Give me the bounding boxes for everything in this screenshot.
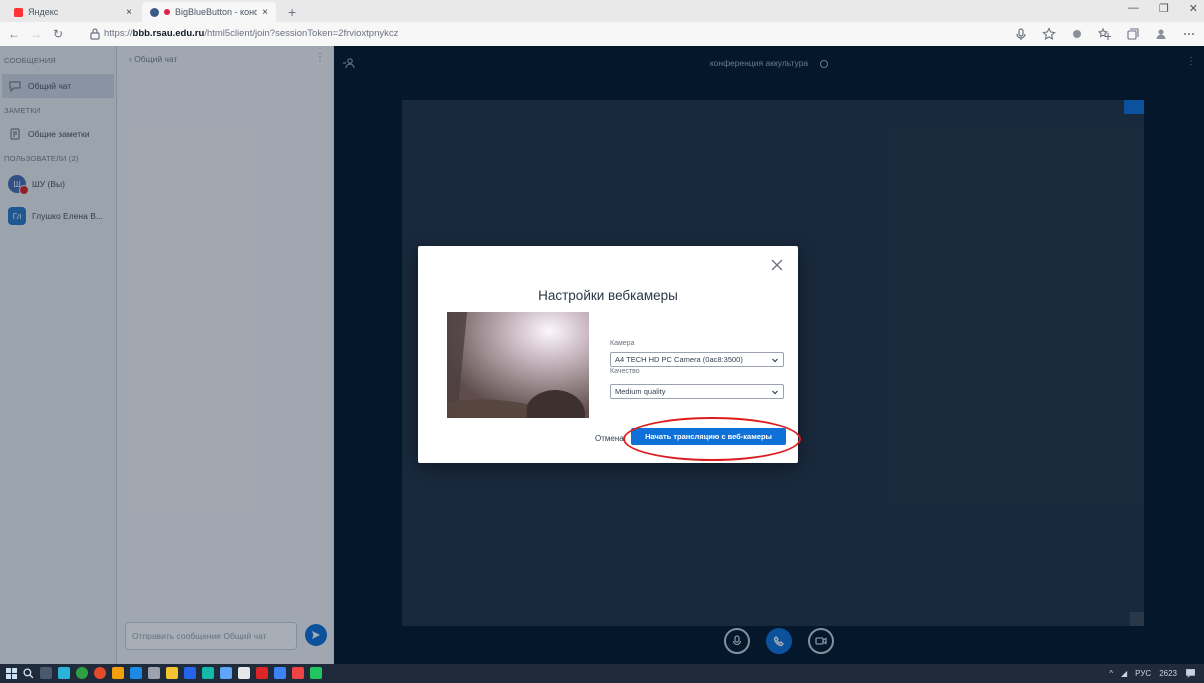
- browser-navbar: ← → ↻ https://bbb.rsau.edu.ru/html5clien…: [0, 22, 1204, 47]
- taskbar-app-icon[interactable]: [130, 667, 142, 679]
- minimize-icon[interactable]: —: [1128, 2, 1139, 15]
- windows-start-icon[interactable]: [6, 667, 17, 679]
- close-icon[interactable]: [770, 258, 784, 272]
- chevron-down-icon: [771, 388, 779, 396]
- url-host: bbb.rsau.edu.ru: [132, 28, 205, 39]
- task-view-icon[interactable]: [40, 667, 52, 679]
- taskbar-apps: [6, 667, 322, 679]
- browser-toolbar: [1014, 27, 1196, 41]
- language-indicator[interactable]: РУС: [1135, 669, 1151, 678]
- close-window-icon[interactable]: ✕: [1189, 2, 1198, 15]
- address-bar[interactable]: https://bbb.rsau.edu.ru/html5client/join…: [104, 28, 398, 39]
- modal-title: Настройки вебкамеры: [538, 288, 678, 303]
- taskbar-app-icon[interactable]: [238, 667, 250, 679]
- bbb-favicon-icon: [150, 7, 159, 17]
- webcam-settings-modal: Настройки вебкамеры Камера A4 TECH HD PC…: [418, 246, 801, 463]
- recording-dot-icon: [164, 9, 170, 15]
- new-tab-button[interactable]: +: [288, 4, 296, 20]
- maximize-icon[interactable]: ❐: [1159, 2, 1169, 15]
- extension-icon[interactable]: [1070, 27, 1084, 41]
- webcam-preview: [447, 312, 589, 418]
- tray-chevron-icon[interactable]: ^: [1109, 669, 1113, 678]
- quality-value: Medium quality: [615, 387, 666, 396]
- favorites-icon[interactable]: [1098, 27, 1112, 41]
- star-icon[interactable]: [1042, 27, 1056, 41]
- taskbar-app-icon[interactable]: [184, 667, 196, 679]
- taskbar-app-icon[interactable]: [310, 667, 322, 679]
- back-icon[interactable]: ←: [6, 26, 22, 42]
- window-controls: — ❐ ✕: [1128, 2, 1198, 15]
- red-highlight-ellipse: [623, 417, 801, 461]
- browser-tabstrip: Яндекс × BigBlueButton - конферен × + — …: [0, 0, 1204, 22]
- camera-value: A4 TECH HD PC Camera (0ac8:3500): [615, 355, 743, 364]
- tab-yandex[interactable]: Яндекс ×: [6, 2, 140, 22]
- reload-icon[interactable]: ↻: [50, 26, 66, 42]
- taskbar-app-icon[interactable]: [94, 667, 106, 679]
- taskbar-app-icon[interactable]: [166, 667, 178, 679]
- taskbar-app-icon[interactable]: [292, 667, 304, 679]
- taskbar-app-icon[interactable]: [112, 667, 124, 679]
- taskbar-app-icon[interactable]: [274, 667, 286, 679]
- url-prefix: https://: [104, 28, 133, 39]
- search-icon[interactable]: [23, 667, 34, 679]
- notifications-icon[interactable]: [1185, 668, 1196, 679]
- taskbar-app-icon[interactable]: [76, 667, 88, 679]
- network-icon[interactable]: ◢: [1121, 669, 1127, 678]
- collections-icon[interactable]: [1126, 27, 1140, 41]
- microphone-permission-icon[interactable]: [1014, 27, 1028, 41]
- lock-icon: [88, 27, 102, 41]
- cancel-button[interactable]: Отмена: [595, 434, 624, 443]
- yandex-favicon-icon: [14, 7, 23, 17]
- clock[interactable]: 2623: [1159, 669, 1177, 678]
- quality-label: Качество: [610, 368, 640, 375]
- camera-select[interactable]: A4 TECH HD PC Camera (0ac8:3500): [610, 352, 784, 367]
- camera-label: Камера: [610, 340, 635, 347]
- taskbar-app-icon[interactable]: [202, 667, 214, 679]
- tab-label: Яндекс: [28, 7, 59, 17]
- close-tab-icon[interactable]: ×: [126, 7, 132, 18]
- taskbar-app-icon[interactable]: [58, 667, 70, 679]
- close-tab-icon[interactable]: ×: [262, 7, 268, 18]
- url-path: /html5client/join?sessionToken=2frvioxtp…: [204, 28, 399, 39]
- profile-icon[interactable]: [1154, 27, 1168, 41]
- forward-icon[interactable]: →: [28, 26, 44, 42]
- system-tray: ^ ◢ РУС 2623: [1109, 668, 1196, 679]
- tab-label: BigBlueButton - конферен: [175, 7, 257, 17]
- quality-select[interactable]: Medium quality: [610, 384, 784, 399]
- more-options-icon[interactable]: [1182, 27, 1196, 41]
- tab-bigbluebutton[interactable]: BigBlueButton - конферен ×: [142, 2, 276, 22]
- chevron-down-icon: [771, 356, 779, 364]
- taskbar-app-icon[interactable]: [220, 667, 232, 679]
- taskbar-app-icon[interactable]: [148, 667, 160, 679]
- windows-taskbar: ^ ◢ РУС 2623: [0, 664, 1204, 683]
- taskbar-app-icon[interactable]: [256, 667, 268, 679]
